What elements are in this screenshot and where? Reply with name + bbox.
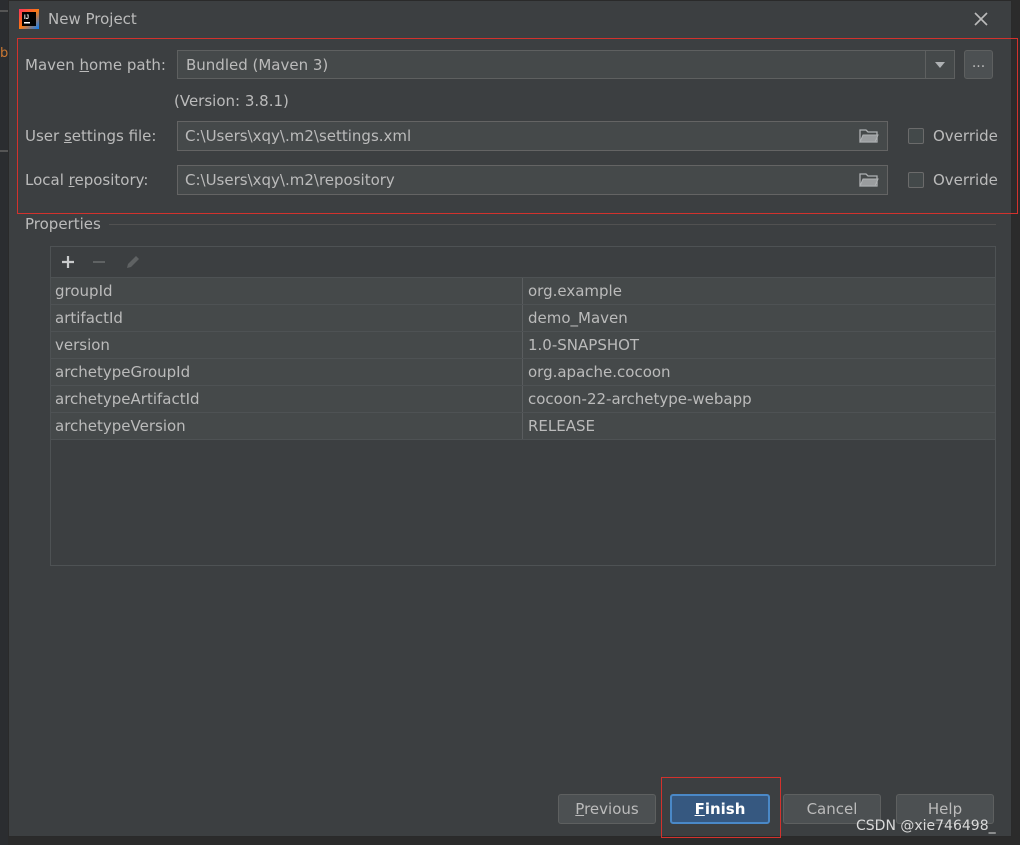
chevron-down-icon[interactable] (925, 51, 954, 78)
plus-icon[interactable] (58, 252, 78, 272)
minus-icon[interactable] (89, 252, 109, 272)
folder-icon[interactable] (859, 128, 879, 144)
column-separator (522, 413, 523, 439)
user-settings-label: User settings file: (25, 127, 157, 145)
pencil-icon[interactable] (123, 252, 143, 272)
maven-home-value: Bundled (Maven 3) (186, 56, 329, 74)
table-row[interactable]: archetypeGroupId org.apache.cocoon (51, 359, 995, 386)
table-row[interactable]: version 1.0-SNAPSHOT (51, 332, 995, 359)
local-repository-label: Local repository: (25, 171, 149, 189)
background-ide-line (0, 150, 8, 152)
new-project-dialog: IJ New Project Maven home path: Bundled … (8, 0, 1018, 838)
intellij-idea-icon: IJ (19, 9, 39, 29)
close-icon (974, 12, 988, 26)
column-separator (522, 386, 523, 412)
property-value[interactable]: 1.0-SNAPSHOT (528, 336, 639, 354)
user-settings-value: C:\Users\xqy\.m2\settings.xml (185, 127, 412, 145)
local-repository-field[interactable]: C:\Users\xqy\.m2\repository (177, 165, 888, 195)
watermark-text: CSDN @xie746498_ (856, 818, 996, 834)
background-ide-edge (0, 0, 8, 845)
property-value[interactable]: RELEASE (528, 417, 595, 435)
dialog-title: New Project (48, 10, 137, 28)
properties-section-label: Properties (25, 215, 101, 233)
column-separator (522, 332, 523, 358)
property-key: groupId (55, 282, 113, 300)
property-value[interactable]: org.example (528, 282, 622, 300)
maven-home-combo[interactable]: Bundled (Maven 3) (177, 50, 955, 79)
local-repository-override-checkbox[interactable] (908, 172, 924, 188)
svg-text:IJ: IJ (24, 15, 29, 21)
column-separator (522, 278, 523, 304)
column-separator (522, 359, 523, 385)
table-row[interactable]: groupId org.example (51, 278, 995, 305)
local-repository-override-label: Override (933, 171, 998, 189)
user-settings-field[interactable]: C:\Users\xqy\.m2\settings.xml (177, 121, 888, 151)
close-button[interactable] (969, 7, 993, 31)
property-key: archetypeArtifactId (55, 390, 200, 408)
column-separator (522, 305, 523, 331)
property-value[interactable]: demo_Maven (528, 309, 628, 327)
table-row[interactable]: archetypeArtifactId cocoon-22-archetype-w… (51, 386, 995, 413)
user-settings-override-label: Override (933, 127, 998, 145)
maven-home-label: Maven home path: (25, 56, 166, 74)
browse-maven-home-button[interactable]: ... (964, 50, 993, 79)
background-ide-line (0, 10, 8, 12)
property-value[interactable]: org.apache.cocoon (528, 363, 671, 381)
user-settings-override-checkbox[interactable] (908, 128, 924, 144)
finish-button[interactable]: Finish (670, 794, 770, 824)
table-row[interactable]: archetypeVersion RELEASE (51, 413, 995, 440)
property-key: archetypeGroupId (55, 363, 191, 381)
maven-version-text: (Version: 3.8.1) (174, 92, 289, 110)
folder-icon[interactable] (859, 172, 879, 188)
properties-toolbar (51, 247, 995, 278)
local-repository-value: C:\Users\xqy\.m2\repository (185, 171, 395, 189)
property-key: version (55, 336, 110, 354)
property-key: archetypeVersion (55, 417, 186, 435)
properties-table: groupId org.example artifactId demo_Maven … (50, 246, 996, 566)
properties-separator (109, 224, 996, 225)
property-key: artifactId (55, 309, 123, 327)
table-row[interactable]: artifactId demo_Maven (51, 305, 995, 332)
property-value[interactable]: cocoon-22-archetype-webapp (528, 390, 752, 408)
properties-rows: groupId org.example artifactId demo_Maven … (51, 278, 995, 440)
title-bar: IJ New Project (9, 1, 1011, 37)
previous-button[interactable]: Previous (558, 794, 656, 824)
